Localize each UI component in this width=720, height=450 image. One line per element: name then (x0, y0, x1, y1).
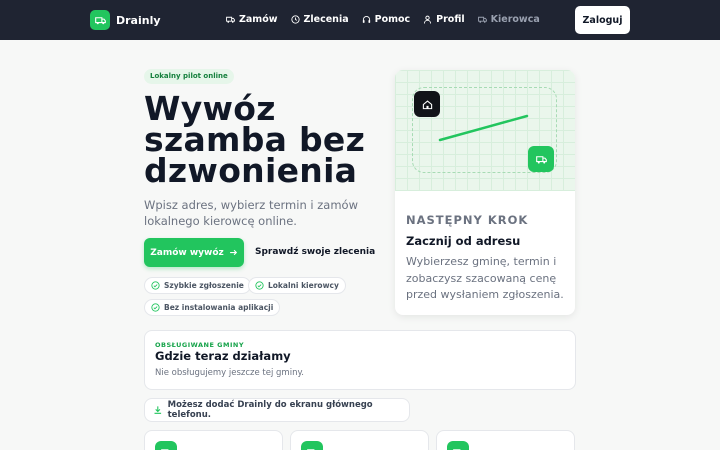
brand-logo[interactable]: Drainly (90, 10, 161, 30)
supported-areas-panel: OBSŁUGIWANE GMINY Gdzie teraz działamy N… (144, 330, 576, 390)
nav-item-zamow[interactable]: Zamów (226, 14, 278, 25)
login-button[interactable]: Zaloguj (575, 6, 630, 34)
feature-card (290, 430, 429, 450)
next-step-card: NASTĘPNY KROK Zacznij od adresu Wybierze… (395, 70, 575, 315)
chip-label: Szybkie zgłoszenie (164, 281, 244, 290)
feature-card (144, 430, 283, 450)
top-navigation-bar: Drainly Zamów Zlecenia Pomoc Profil Kier… (0, 0, 720, 40)
headset-icon (362, 16, 370, 23)
route-illustration (395, 70, 575, 191)
card-title: Zacznij od adresu (406, 234, 521, 248)
check-circle-icon (151, 303, 160, 312)
card-kicker: NASTĘPNY KROK (406, 213, 529, 227)
check-circle-icon (151, 281, 160, 290)
install-hint[interactable]: Możesz dodać Drainly do ekranu głównego … (144, 398, 410, 422)
nav-item-pomoc[interactable]: Pomoc (362, 14, 411, 25)
areas-empty-message: Nie obsługujemy jeszcze tej gminy. (155, 368, 304, 378)
feature-chip: Szybkie zgłoszenie (144, 277, 251, 294)
clock-icon (290, 15, 300, 24)
truck-icon (226, 16, 235, 23)
install-hint-label: Możesz dodać Drainly do ekranu głównego … (167, 400, 373, 420)
main-nav: Zamów Zlecenia Pomoc Profil Kierowca (226, 14, 540, 25)
arrow-right-icon (229, 249, 237, 256)
truck-icon (155, 441, 177, 450)
card-body: Wybierzesz gminę, termin i zobaczysz sza… (406, 255, 564, 301)
route-line (438, 114, 529, 142)
chip-label: Lokalni kierowcy (268, 281, 339, 290)
nav-item-zlecenia[interactable]: Zlecenia (290, 14, 349, 25)
chip-label: Bez instalowania aplikacji (164, 303, 274, 312)
download-icon (154, 406, 162, 414)
status-pill: Lokalny pilot online (144, 69, 234, 84)
nav-item-label: Zamów (239, 14, 278, 25)
truck-icon (447, 441, 469, 450)
page-title: Wywóz szamba bez dzwonienia (144, 89, 366, 190)
truck-icon (90, 10, 110, 30)
home-icon (414, 91, 440, 117)
nav-item-kierowca[interactable]: Kierowca (477, 14, 540, 25)
nav-item-label: Kierowca (490, 14, 540, 25)
feature-chip: Lokalni kierowcy (248, 277, 346, 294)
order-button[interactable]: Zamów wywóz (144, 238, 244, 267)
truck-icon (301, 441, 323, 450)
order-button-label: Zamów wywóz (150, 247, 224, 258)
brand-name: Drainly (116, 13, 161, 27)
nav-item-profil[interactable]: Profil (423, 14, 465, 25)
nav-item-label: Profil (436, 14, 465, 25)
truck-icon (528, 146, 554, 172)
areas-kicker: OBSŁUGIWANE GMINY (155, 341, 245, 349)
user-icon (424, 15, 432, 24)
feature-chip: Bez instalowania aplikacji (144, 299, 281, 316)
areas-title: Gdzie teraz działamy (155, 349, 291, 363)
feature-card (436, 430, 575, 450)
check-circle-icon (255, 281, 264, 290)
hero-subtitle: Wpisz adres, wybierz termin i zamów loka… (144, 198, 358, 228)
nav-item-label: Zlecenia (303, 14, 349, 25)
nav-item-label: Pomoc (374, 14, 411, 25)
truck-icon (477, 16, 487, 23)
check-orders-link[interactable]: Sprawdź swoje zlecenia (255, 247, 375, 257)
